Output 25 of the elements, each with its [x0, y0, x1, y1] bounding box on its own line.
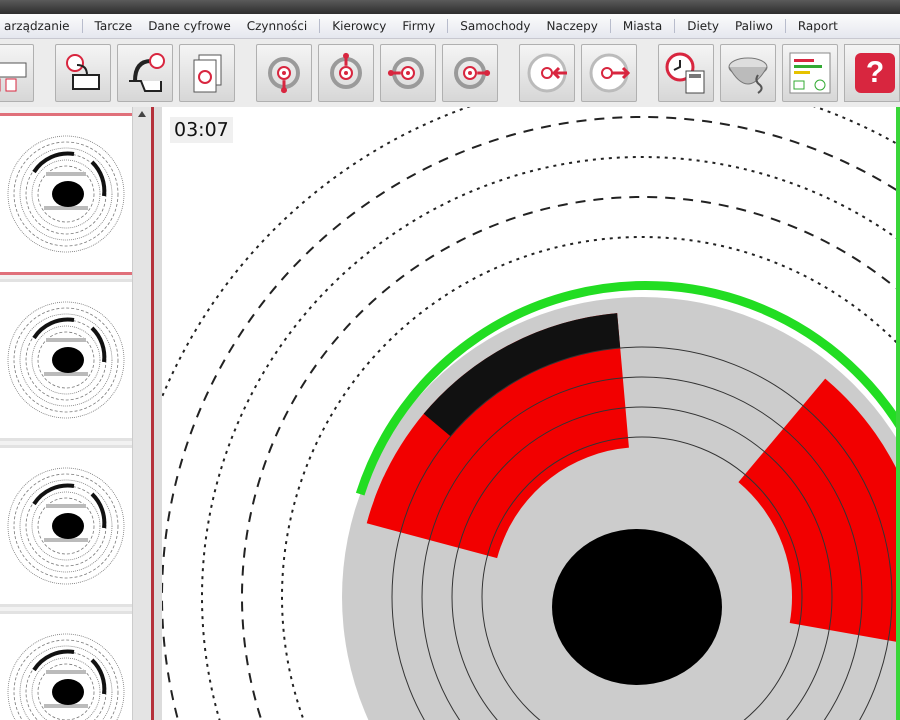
menu-item[interactable]: Naczepy [538, 19, 606, 33]
chart-panel-icon [788, 51, 832, 95]
toolbar-button[interactable] [55, 44, 111, 102]
scrollbar[interactable] [132, 107, 151, 720]
menu-item[interactable]: Samochody [452, 19, 539, 33]
menu-item[interactable]: Miasta [614, 19, 670, 33]
toolbar-button[interactable] [658, 44, 714, 102]
scroll-up-icon [138, 111, 146, 117]
menu-item[interactable]: Dane cyfrowe [140, 19, 239, 33]
menu-item[interactable]: arządzanie [0, 19, 78, 33]
menu-item[interactable]: Raport [790, 19, 846, 33]
time-label: 03:07 [170, 117, 233, 143]
menu-item[interactable]: Tarcze [86, 19, 140, 33]
target-right-icon [587, 51, 631, 95]
toolbar-button[interactable] [117, 44, 173, 102]
toolbar-button[interactable] [179, 44, 235, 102]
menu-item[interactable]: Diety [679, 19, 727, 33]
target-left-icon [525, 51, 569, 95]
menu-item[interactable]: Paliwo [726, 19, 781, 33]
menu-item[interactable]: Firmy [394, 19, 444, 33]
menu-item[interactable]: Czynności [238, 19, 316, 33]
help-button[interactable]: ? [844, 44, 900, 102]
panel-splitter[interactable] [151, 107, 162, 720]
disc-thumbnail[interactable] [0, 113, 132, 275]
menu-item[interactable]: Kierowcy [324, 19, 394, 33]
